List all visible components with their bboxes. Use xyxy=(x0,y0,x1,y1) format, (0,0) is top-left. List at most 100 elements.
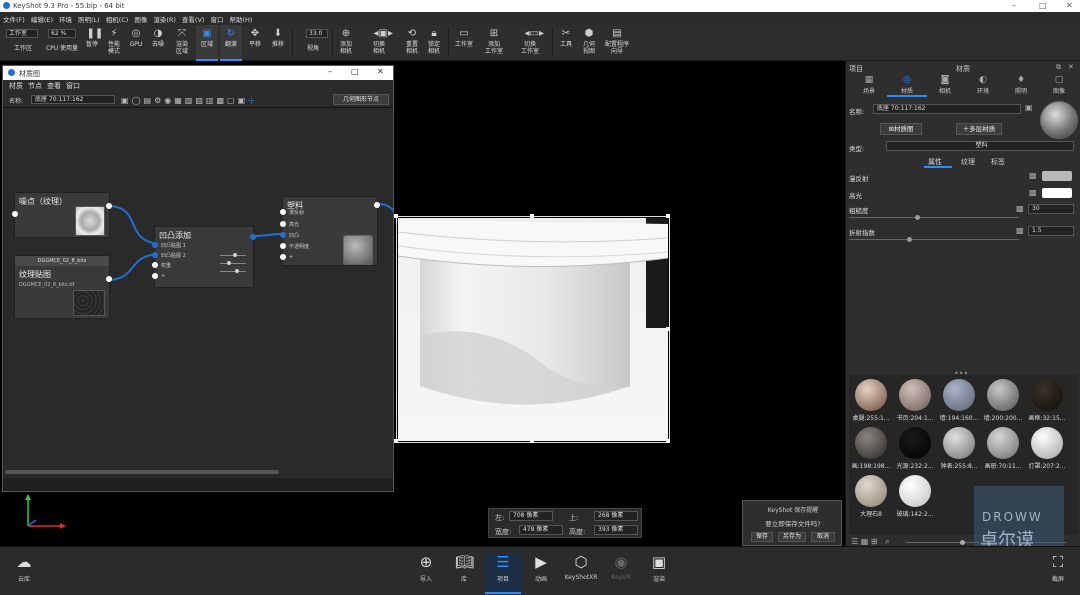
tab-camera[interactable]: ◙ 相机 xyxy=(925,75,965,95)
save-button[interactable]: 保存 xyxy=(751,532,773,542)
tab-lighting[interactable]: ♦ 照明 xyxy=(1001,75,1041,95)
render-region-button[interactable]: ⤧ 渲染 区域 xyxy=(170,25,194,61)
opacity-input-port[interactable] xyxy=(280,243,286,249)
region-left-input[interactable]: 708 像素 xyxy=(509,511,553,521)
mg-menu-window[interactable]: 窗口 xyxy=(66,81,80,91)
bump-input-port-1[interactable] xyxy=(152,242,158,248)
paste-icon[interactable]: ▨ xyxy=(195,96,206,105)
project-button[interactable]: ☰ 项目 xyxy=(485,553,521,594)
menu-environment[interactable]: 环境 xyxy=(59,14,72,24)
mg-menu-node[interactable]: 节点 xyxy=(28,81,42,91)
layout-icon[interactable]: ◉ xyxy=(164,96,174,105)
weight-input-port[interactable] xyxy=(152,262,158,268)
library-material-ball[interactable] xyxy=(1031,379,1063,411)
node-output-port[interactable] xyxy=(374,202,380,208)
menu-view[interactable]: 查看(V) xyxy=(182,14,205,24)
render-button[interactable]: ▣ 渲染 xyxy=(641,553,677,583)
mg-close-button[interactable]: ✕ xyxy=(377,67,384,76)
menu-lighting[interactable]: 照明(L) xyxy=(78,14,100,24)
tumble-button[interactable]: ↻ 翻滚 xyxy=(220,25,242,61)
node-output-port[interactable] xyxy=(250,234,256,240)
cpu-usage-select[interactable]: 62 % xyxy=(48,29,76,38)
texture-slot-icon[interactable]: ▩ xyxy=(1016,226,1024,235)
gear-icon[interactable]: ⚙ xyxy=(154,96,164,105)
save-icon[interactable]: ▣ xyxy=(121,96,132,105)
dolly-button[interactable]: ⬇ 推移 xyxy=(267,25,289,61)
library-button[interactable]: 📖︎ 库 xyxy=(446,553,482,583)
workspace-select[interactable]: 工作室 xyxy=(6,29,38,38)
library-material-ball[interactable] xyxy=(899,379,931,411)
library-material-ball[interactable] xyxy=(855,379,887,411)
pan-button[interactable]: ✥ 平移 xyxy=(244,25,266,61)
menu-edit[interactable]: 编辑(E) xyxy=(31,14,53,24)
texture-map-node[interactable]: DGGMCE_02_8_bits 纹理贴图 DGGMCE_02_8_bits.t… xyxy=(14,255,112,319)
node-input-port[interactable] xyxy=(12,211,18,217)
slider-knob[interactable] xyxy=(227,261,231,265)
noise-texture-node[interactable]: 噪点（纹理） xyxy=(12,192,112,238)
copy-icon[interactable]: ▧ xyxy=(185,96,196,105)
mg-name-input[interactable]: 底座 70:117:162 xyxy=(31,95,115,104)
library-material-ball[interactable] xyxy=(855,427,887,459)
slider-knob[interactable] xyxy=(233,253,237,257)
diffuse-input-port[interactable] xyxy=(280,209,286,215)
gpu-button[interactable]: ◎ GPU xyxy=(126,25,146,61)
node-link-icon[interactable]: ⊹ xyxy=(248,96,258,105)
region-handle[interactable] xyxy=(394,214,398,218)
region-handle[interactable] xyxy=(530,439,534,443)
roughness-slider-knob[interactable] xyxy=(915,215,920,220)
panel-float-icon[interactable]: ⧉ xyxy=(1056,63,1061,72)
library-material-ball[interactable] xyxy=(899,475,931,507)
menu-window[interactable]: 窗口 xyxy=(210,14,223,24)
performance-mode-button[interactable]: ⚡ 性能 模式 xyxy=(103,25,125,61)
arrange-icon[interactable]: ▩ xyxy=(216,96,227,105)
slider-knob[interactable] xyxy=(235,269,239,273)
region-handle[interactable] xyxy=(394,439,398,443)
mg-menu-material[interactable]: 材质 xyxy=(9,81,23,91)
region-handle[interactable] xyxy=(666,214,670,218)
specular-color-swatch[interactable] xyxy=(1042,188,1072,198)
maximize-button[interactable]: □ xyxy=(1039,1,1047,10)
panel-close-icon[interactable]: ✕ xyxy=(1068,63,1074,71)
screenshot-button[interactable]: ⛶ 截屏 xyxy=(1040,553,1076,583)
thumbnail-size-knob[interactable] xyxy=(960,540,965,545)
subtab-labels[interactable]: 标签 xyxy=(991,157,1005,167)
fit-icon[interactable]: ▣ xyxy=(238,96,249,105)
roughness-slider[interactable] xyxy=(849,215,1019,220)
region-top-input[interactable]: 268 像素 xyxy=(594,511,638,521)
texture-slot-icon[interactable]: ▩ xyxy=(1029,171,1037,180)
tab-material[interactable]: ◎ 材质 xyxy=(887,75,927,97)
menu-image[interactable]: 图像 xyxy=(134,14,147,24)
menu-help[interactable]: 帮助(H) xyxy=(229,14,252,24)
mg-minimize-button[interactable]: – xyxy=(328,67,332,76)
lock-camera-button[interactable]: 🔒︎ 锁定 相机 xyxy=(423,25,445,61)
add-studio-button[interactable]: ⊞ 添加 工作室 xyxy=(481,25,507,61)
add-input-port[interactable] xyxy=(280,254,286,260)
keyshotxr-button[interactable]: ⬡ KeyShotXR xyxy=(561,553,601,581)
region-height-input[interactable]: 393 像素 xyxy=(594,525,638,535)
material-graph-button[interactable]: ⊞材质图 xyxy=(880,123,922,135)
roughness-input[interactable]: 30 xyxy=(1028,204,1074,214)
node-output-port[interactable] xyxy=(106,276,112,282)
refraction-index-slider[interactable] xyxy=(849,237,1019,242)
add-input-port[interactable] xyxy=(152,273,158,279)
specular-input-port[interactable] xyxy=(280,221,286,227)
region-handle[interactable] xyxy=(666,327,670,331)
import-button[interactable]: ⊕ 导入 xyxy=(408,553,444,583)
bump-add-node[interactable]: 凹凸添加 凹凸贴图 1 凹凸贴图 2 权重 + xyxy=(152,226,256,288)
texture-slot-icon[interactable]: ▩ xyxy=(1016,204,1024,213)
cloud-library-button[interactable]: ☁ 云库 xyxy=(6,553,42,583)
library-material-ball[interactable] xyxy=(987,379,1019,411)
diffuse-color-swatch[interactable] xyxy=(1042,171,1072,181)
subtab-textures[interactable]: 纹理 xyxy=(961,157,975,167)
configurator-wizard-button[interactable]: ▤ 配置程序 向导 xyxy=(602,25,632,61)
switch-studio-button[interactable]: ◂▭▸ 切换 工作室 xyxy=(514,25,546,61)
node-graph-canvas[interactable]: 噪点（纹理） DGGMCE_02_8_bits 纹理贴图 DGGMCE_02_8… xyxy=(3,108,393,478)
material-type-select[interactable]: 塑料 xyxy=(886,141,1074,151)
tools-button[interactable]: ✂ 工具 xyxy=(556,25,576,61)
plastic-material-node[interactable]: 塑料 漫反射 高光 凹凸 不透明度 + xyxy=(280,196,380,266)
menu-render[interactable]: 渲染(R) xyxy=(153,14,176,24)
library-material-ball[interactable] xyxy=(987,427,1019,459)
horizontal-scrollbar[interactable] xyxy=(5,470,279,474)
close-button[interactable]: ✕ xyxy=(1066,1,1073,10)
region-handle[interactable] xyxy=(666,439,670,443)
